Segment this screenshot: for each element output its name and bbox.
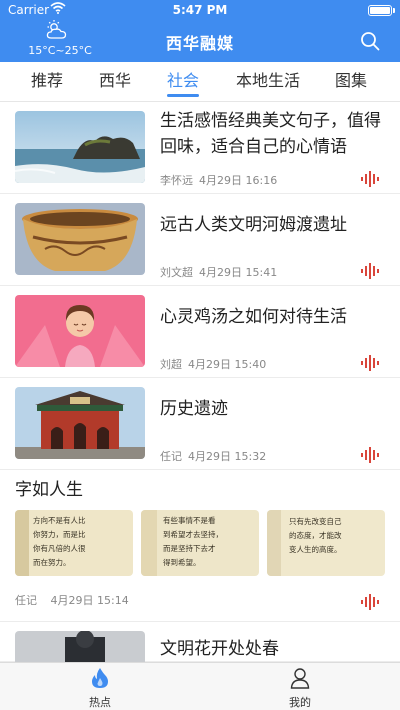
clock: 5:47 PM bbox=[172, 3, 228, 17]
article-meta: 李怀远 4月29日 16:16 bbox=[160, 172, 277, 188]
gallery-image[interactable]: 方向不是有人比 你努力，而是比 你有凡倍的人很 而在努力。 bbox=[15, 510, 133, 576]
article-date: 4月29日 15:32 bbox=[188, 450, 267, 463]
article-date: 4月29日 15:41 bbox=[199, 266, 278, 279]
svg-text:只有先改变自己 的态度，才能改: 只有先改变自己 的态度，才能改 变人生的高度。 bbox=[289, 516, 344, 554]
article-title: 心灵鸡汤之如何对待生活 bbox=[160, 307, 347, 327]
article-author: 李怀远 bbox=[160, 174, 193, 187]
gallery-title[interactable]: 字如人生 bbox=[0, 470, 400, 510]
article-item[interactable]: 生活感悟经典美文句子，值得回味，适合自己的心情语 李怀远 4月29日 16:16 bbox=[0, 102, 400, 194]
article-title: 历史遗迹 bbox=[160, 399, 228, 419]
gallery-date: 4月29日 15:14 bbox=[50, 594, 129, 607]
gallery-author: 任记 bbox=[15, 594, 37, 607]
nav-profile-label: 我的 bbox=[289, 696, 311, 709]
bottom-nav: 热点 我的 bbox=[0, 662, 400, 710]
tab-gallery[interactable]: 图集 bbox=[318, 62, 384, 102]
article-meta: 刘文超 4月29日 15:41 bbox=[160, 264, 277, 280]
flame-icon bbox=[92, 668, 108, 688]
article-title: 文明花开处处春 bbox=[160, 639, 279, 659]
article-author: 刘文超 bbox=[160, 266, 193, 279]
tab-recommend[interactable]: 推荐 bbox=[12, 62, 82, 102]
article-item[interactable]: 文明花开处处春 bbox=[0, 622, 400, 662]
user-icon bbox=[290, 668, 310, 689]
tab-society[interactable]: 社会 bbox=[148, 62, 218, 102]
article-title: 生活感悟经典美文句子，值得回味，适合自己的心情语 bbox=[160, 111, 381, 157]
battery-icon bbox=[368, 5, 392, 16]
status-bar: Carrier 5:47 PM bbox=[0, 0, 400, 20]
tab-local-life[interactable]: 本地生活 bbox=[218, 62, 318, 102]
article-meta: 任记 4月29日 15:32 bbox=[160, 448, 266, 464]
article-thumbnail bbox=[15, 203, 145, 275]
article-date: 4月29日 15:40 bbox=[188, 358, 267, 371]
article-author: 任记 bbox=[160, 450, 182, 463]
article-meta: 刘超 4月29日 15:40 bbox=[160, 356, 266, 372]
article-thumbnail bbox=[15, 295, 145, 367]
audio-wave-icon[interactable] bbox=[360, 447, 380, 463]
search-icon[interactable] bbox=[360, 31, 380, 51]
audio-wave-icon[interactable] bbox=[360, 355, 380, 371]
nav-profile[interactable]: 我的 bbox=[200, 663, 400, 710]
article-date: 4月29日 16:16 bbox=[199, 174, 278, 187]
article-item[interactable]: 远古人类文明河姆渡遗址 刘文超 4月29日 15:41 bbox=[0, 194, 400, 286]
nav-hot-label: 热点 bbox=[89, 696, 111, 709]
article-thumbnail bbox=[15, 111, 145, 183]
gallery-meta: 任记 4月29日 15:14 bbox=[0, 580, 400, 622]
article-item[interactable]: 历史遗迹 任记 4月29日 15:32 bbox=[0, 378, 400, 470]
article-item[interactable]: 心灵鸡汤之如何对待生活 刘超 4月29日 15:40 bbox=[0, 286, 400, 378]
article-title: 远古人类文明河姆渡遗址 bbox=[160, 215, 347, 235]
app-header: Carrier 5:47 PM 15°C~25°C 西华融媒 bbox=[0, 0, 400, 62]
audio-wave-icon[interactable] bbox=[360, 594, 380, 610]
audio-wave-icon[interactable] bbox=[360, 171, 380, 187]
gallery-image[interactable]: 有些事情不是看 到希望才去坚持， 而是坚持下去才 得到希望。 bbox=[141, 510, 259, 576]
audio-wave-icon[interactable] bbox=[360, 263, 380, 279]
news-feed[interactable]: 生活感悟经典美文句子，值得回味，适合自己的心情语 李怀远 4月29日 16:16 … bbox=[0, 102, 400, 662]
tab-xihua[interactable]: 西华 bbox=[82, 62, 148, 102]
article-author: 刘超 bbox=[160, 358, 182, 371]
nav-hot[interactable]: 热点 bbox=[0, 663, 200, 710]
article-thumbnail bbox=[15, 631, 145, 662]
gallery-images[interactable]: 方向不是有人比 你努力，而是比 你有凡倍的人很 而在努力。 有些事情不是看 到希… bbox=[0, 510, 400, 580]
app-title: 西华融媒 bbox=[165, 34, 234, 53]
article-thumbnail bbox=[15, 387, 145, 459]
category-tabs: 推荐 西华 社会 本地生活 图集 bbox=[0, 62, 400, 102]
active-tab-indicator bbox=[167, 94, 199, 97]
gallery-image[interactable]: 只有先改变自己 的态度，才能改 变人生的高度。 bbox=[267, 510, 385, 576]
